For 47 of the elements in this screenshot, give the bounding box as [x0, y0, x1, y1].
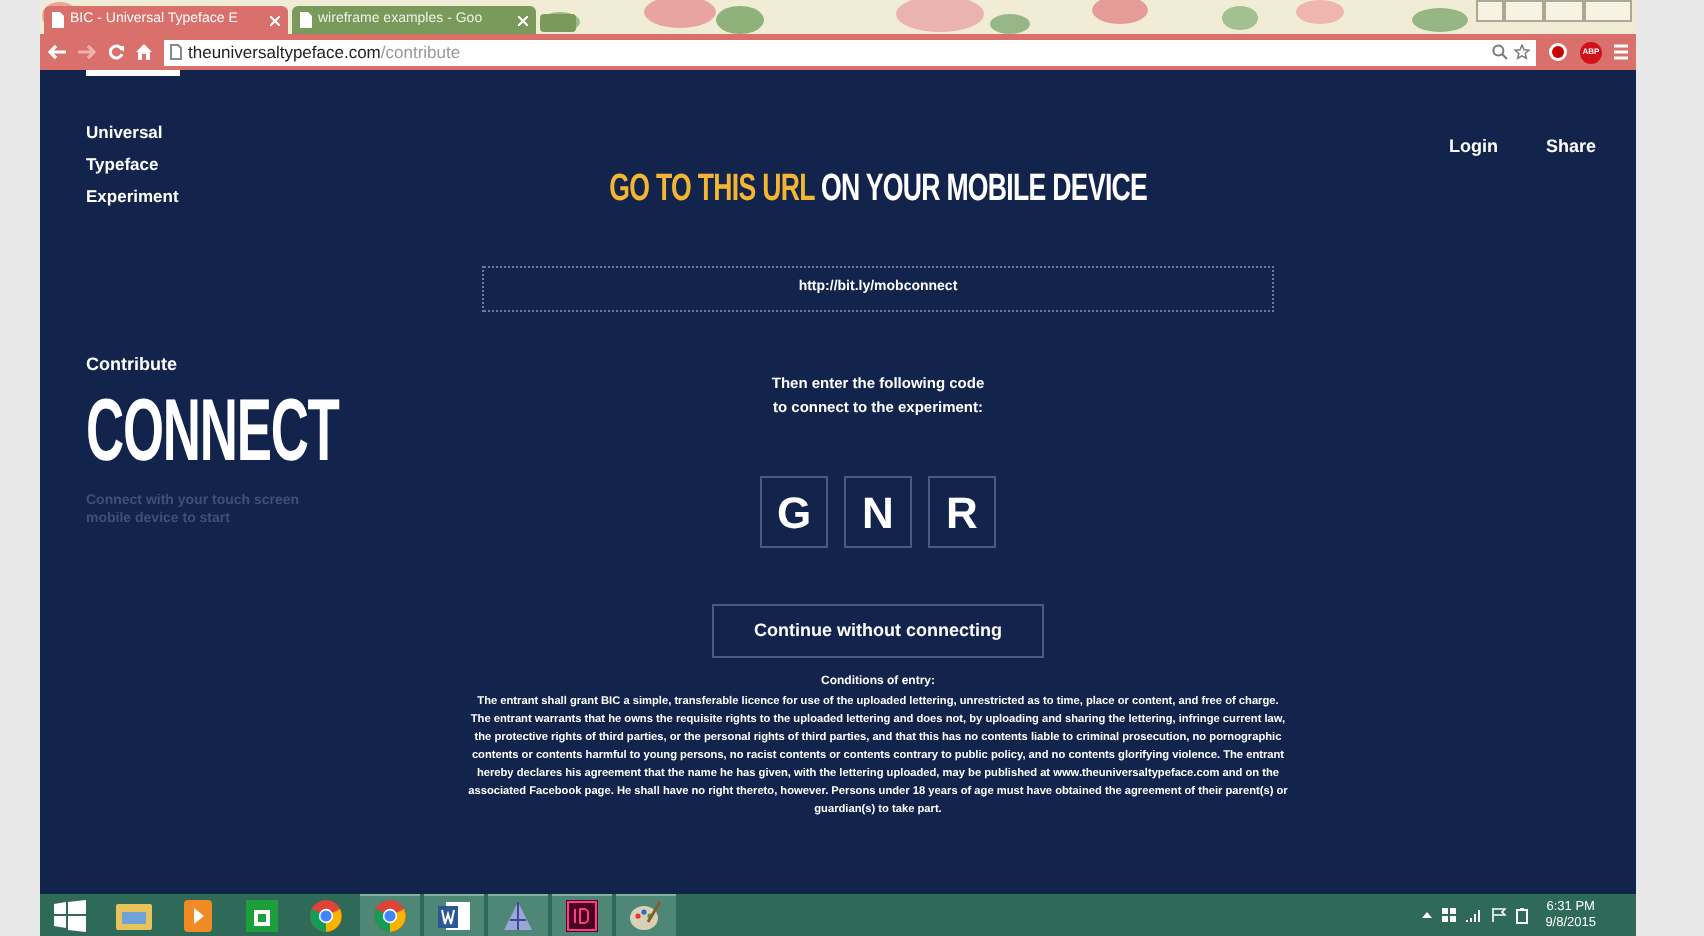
home-icon[interactable]: [136, 44, 152, 60]
reload-icon[interactable]: [108, 44, 124, 60]
code-character: G: [760, 476, 828, 548]
play-icon[interactable]: [184, 899, 212, 931]
page-title: CONNECT: [86, 387, 339, 475]
shopping-bag-icon[interactable]: [246, 899, 278, 931]
pyramid-icon[interactable]: [502, 900, 534, 932]
windows-icon[interactable]: [54, 899, 86, 931]
battery-icon[interactable]: [1515, 907, 1528, 923]
nav-link[interactable]: Login: [1448, 134, 1498, 161]
headline: GO TO THIS URL ON YOUR MOBILE DEVICE: [609, 170, 1147, 208]
caret-icon[interactable]: [1421, 912, 1432, 918]
code-character: R: [928, 476, 996, 548]
folder-icon[interactable]: [116, 899, 152, 931]
brand-text[interactable]: Universal: [86, 116, 460, 148]
chrome-icon[interactable]: [374, 900, 406, 932]
indesign-icon[interactable]: [566, 900, 598, 932]
back-arrow-icon[interactable]: [48, 44, 66, 60]
page-icon: [300, 12, 312, 28]
taskbar-button[interactable]: [424, 894, 484, 936]
taskbar-button[interactable]: [552, 894, 612, 936]
extension-icon[interactable]: [1548, 42, 1568, 62]
document-icon[interactable]: [438, 900, 470, 932]
section-label: Contribute: [86, 352, 179, 378]
taskbar-button[interactable]: [488, 894, 548, 936]
page-icon: [52, 12, 64, 28]
zoom-icon[interactable]: [1492, 44, 1508, 60]
brand-text[interactable]: Experiment: [86, 180, 460, 212]
menu-icon[interactable]: [1614, 44, 1628, 60]
signal-icon[interactable]: [1465, 909, 1482, 921]
address-field[interactable]: theuniversaltypeface.com/contribute: [164, 39, 1536, 65]
taskbar-button[interactable]: [360, 894, 420, 936]
chrome-icon[interactable]: [310, 899, 342, 931]
continue-button[interactable]: Continue without connecting: [712, 604, 1044, 658]
palette-icon[interactable]: [630, 900, 662, 932]
windows-icon[interactable]: [1441, 908, 1456, 922]
page-icon: [170, 44, 182, 60]
brand-text[interactable]: Typeface: [86, 148, 460, 180]
star-icon[interactable]: [1514, 44, 1530, 60]
taskbar-button[interactable]: [616, 894, 676, 936]
nav-link[interactable]: Share: [1545, 134, 1596, 161]
code-character: N: [844, 476, 912, 548]
close-icon[interactable]: [270, 15, 280, 25]
flag-icon[interactable]: [1491, 908, 1506, 922]
logo-bar: [86, 70, 180, 76]
url-text: theuniversaltypeface.com/contribute: [188, 39, 461, 65]
close-icon[interactable]: [518, 15, 528, 25]
